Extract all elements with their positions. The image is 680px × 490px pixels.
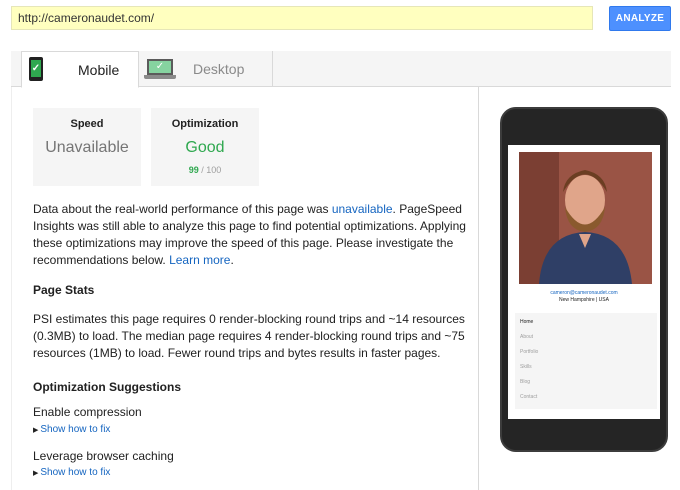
preview-nav-item: Skills xyxy=(520,364,532,370)
speed-card-value: Unavailable xyxy=(45,139,129,156)
suggestion-title: Leverage browser caching xyxy=(33,449,174,463)
caret-right-icon: ▶ xyxy=(33,427,39,434)
optimization-suggestions-heading: Optimization Suggestions xyxy=(33,380,182,394)
unavailable-link[interactable]: unavailable xyxy=(332,202,393,216)
learn-more-link[interactable]: Learn more xyxy=(169,253,230,267)
show-how-to-fix-link[interactable]: ▶ Show how to fix xyxy=(33,424,110,435)
intro-text-3: . xyxy=(230,253,234,267)
optimization-card: Optimization Good 99 / 100 xyxy=(151,108,259,186)
device-tabs: Mobile Desktop xyxy=(11,51,671,88)
preview-nav-item: About xyxy=(520,334,534,340)
show-how-to-fix-link[interactable]: ▶ Show how to fix xyxy=(33,467,110,478)
intro-text-1: Data about the real-world performance of… xyxy=(33,202,332,216)
analyze-button[interactable]: ANALYZE xyxy=(609,6,671,31)
optimization-card-value: Good xyxy=(185,139,225,156)
caret-right-icon: ▶ xyxy=(33,470,39,477)
page-stats-heading: Page Stats xyxy=(33,283,95,297)
optimization-score-suffix: / 100 xyxy=(198,165,222,175)
preview-email: cameron@cameronaudet.com xyxy=(550,290,618,296)
fix-link-label: Show how to fix xyxy=(40,424,111,435)
preview-nav-item: Portfolio xyxy=(520,349,539,355)
profile-photo xyxy=(519,152,652,284)
url-input[interactable] xyxy=(11,6,593,30)
preview-location: New Hampshire | USA xyxy=(559,297,609,303)
preview-nav-item: Blog xyxy=(520,379,531,385)
speed-card: Speed Unavailable xyxy=(33,108,141,186)
optimization-score-number: 99 xyxy=(188,165,199,175)
speed-card-title: Speed xyxy=(70,118,104,130)
tab-mobile-label: Mobile xyxy=(78,61,120,78)
preview-nav-item: Home xyxy=(520,319,534,325)
intro-paragraph: Data about the real-world performance of… xyxy=(33,201,473,269)
optimization-card-title: Optimization xyxy=(171,118,239,130)
optimization-score: 99 / 100 xyxy=(151,165,259,175)
suggestion-title: Enable compression xyxy=(33,405,142,419)
mobile-phone-check-icon: ✓ xyxy=(29,57,43,81)
fix-link-label: Show how to fix xyxy=(40,467,111,478)
page-stats-text: PSI estimates this page requires 0 rende… xyxy=(33,312,465,360)
preview-divider xyxy=(478,87,479,490)
preview-nav-item: Contact xyxy=(520,394,538,400)
content-border xyxy=(11,87,12,490)
laptop-check-icon: ✓ xyxy=(144,59,176,81)
tab-desktop-label: Desktop xyxy=(193,61,245,77)
